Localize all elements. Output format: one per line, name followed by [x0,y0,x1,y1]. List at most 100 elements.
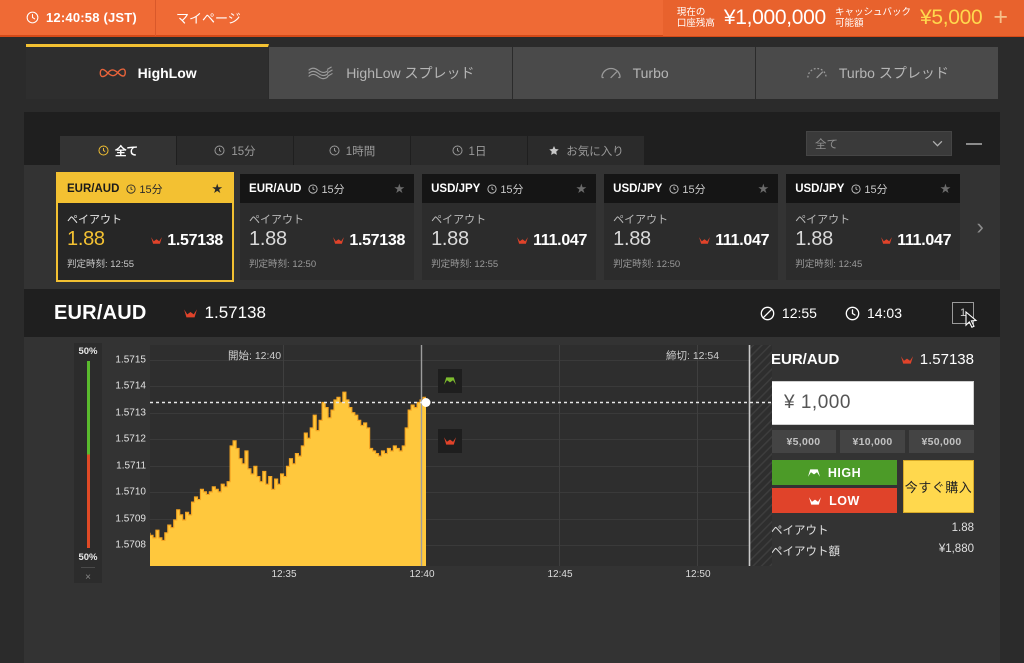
turbo-spread-icon [805,63,829,83]
asset-pair: USD/JPY [431,182,481,195]
highlow-spread-icon [306,63,336,83]
tab-highlow-spread[interactable]: HighLow スプレッド [269,47,513,99]
collapse-button[interactable] [966,142,982,145]
clock-icon [98,145,109,156]
tab-highlow[interactable]: HighLow [26,44,270,99]
y-tick: 1.5715 [115,354,146,366]
mouse-cursor-icon [965,310,978,332]
payout-row: 1.88 111.047 [613,228,769,251]
tab-turbo-spread[interactable]: Turbo スプレッド [755,47,998,99]
balance-value: ¥1,000,000 [723,5,826,29]
no-entry-icon [760,306,775,320]
filter-segment-1d[interactable]: 1日 [411,136,528,165]
y-tick: 1.5712 [115,433,146,445]
cards-next-button[interactable]: › [968,174,992,280]
filter-right-controls: 全て [806,131,988,165]
low-button[interactable]: LOW [771,488,897,513]
judge-time: 判定時刻: 12:50 [249,259,317,270]
down-arrow-icon [809,496,822,505]
turbo-icon [599,63,623,83]
asset-card[interactable]: USD/JPY 15分 ★ ペイアウト 1.88 111.047 判定時刻: 1… [786,174,961,280]
tab-turbo[interactable]: Turbo [512,47,756,99]
filter-segment-15m[interactable]: 15分 [177,136,294,165]
buy-now-button[interactable]: 今すぐ購入 [903,460,974,513]
judge-time: 判定時刻: 12:45 [795,259,863,270]
filter-label: 15分 [231,145,256,158]
rate-value: 111.047 [897,231,952,249]
payout-row: 1.88 111.047 [431,228,587,251]
asset-card-body: ペイアウト 1.88 1.57138 判定時刻: 12:55 [58,203,233,280]
asset-select-value: 全て [815,138,838,151]
asset-card[interactable]: EUR/AUD 15分 ★ ペイアウト 1.88 1.57138 判定時刻: 1… [240,174,415,280]
filter-segment-all[interactable]: 全て [60,136,177,165]
rate-box: 1.57138 [332,232,405,250]
deadline-timer: 12:55 [760,305,817,321]
quick-amount-5000[interactable]: ¥5,000 [771,430,836,453]
filter-segment-1h[interactable]: 1時間 [294,136,411,165]
price-chart[interactable]: 開始: 12:40 締切: 12:54 [150,345,772,566]
trade-rate: 1.57138 [900,351,974,368]
chart-deadline-annotation: 締切: 12:54 [666,350,720,362]
asset-pair: EUR/AUD [67,182,120,195]
chart-container: 50% 50% × 1.5715 1.5714 1.5713 1.5712 1.… [24,337,772,663]
asset-card-list: EUR/AUD 15分 ★ ペイアウト 1.88 1.57138 判定時刻: 1… [24,165,1000,289]
filter-label: 1時間 [345,145,376,158]
asset-pair: USD/JPY [613,182,663,195]
tab-label: HighLow スプレッド [346,65,475,81]
quick-amount-10000[interactable]: ¥10,000 [840,430,905,453]
down-arrow-icon [900,355,913,364]
favorite-star-icon[interactable]: ★ [211,182,223,195]
payout-ratio-value: 1.88 [951,522,974,534]
tab-label: HighLow [137,65,197,81]
payout-label: ペイアウト [249,214,305,226]
asset-card-body: ペイアウト 1.88 111.047 判定時刻: 12:45 [786,203,961,280]
cashback-label: キャッシュバック 可能額 [834,6,911,29]
payout-row: 1.88 111.047 [795,228,951,251]
amount-input[interactable]: ¥ 1,000 [771,381,974,425]
rate-value: 111.047 [715,231,770,249]
payout-value: 1.88 [613,228,651,250]
y-tick: 1.5713 [115,407,146,419]
trade-pair: EUR/AUD [771,351,840,368]
trade-panel: EUR/AUD 1.57138 ¥ 1,000 ¥5,000 ¥10,000 ¥… [761,337,1000,663]
asset-card[interactable]: EUR/AUD 15分 ★ ペイアウト 1.88 1.57138 判定時刻: 1… [55,172,235,282]
close-icon[interactable]: × [85,572,91,583]
timers: 12:55 14:03 1 [760,302,978,329]
instrument-title-bar: EUR/AUD 1.57138 12:55 14:03 1 [24,289,1000,337]
payout-label: ペイアウト [431,214,487,226]
rate-value: 111.047 [533,231,588,249]
asset-select[interactable]: 全て [806,131,952,156]
clock-icon [214,145,225,156]
asset-card[interactable]: USD/JPY 15分 ★ ペイアウト 1.88 111.047 判定時刻: 1… [604,174,779,280]
favorite-star-icon[interactable]: ★ [758,182,770,195]
quick-amount-50000[interactable]: ¥50,000 [909,430,974,453]
star-icon [548,145,560,157]
favorite-star-icon[interactable]: ★ [575,182,587,195]
chevron-down-icon [932,138,943,150]
y-tick: 1.5709 [115,513,146,525]
rate-value: 1.57138 [349,231,406,249]
down-arrow-icon [183,308,197,317]
filter-segment-favorites[interactable]: お気に入り [528,136,645,165]
asset-pair: EUR/AUD [249,182,302,195]
payout-amount-label: ペイアウト額 [771,546,840,558]
payout-value: 1.88 [67,228,105,250]
sentiment-gauge: 50% 50% × [74,343,102,583]
favorite-star-icon[interactable]: ★ [393,182,405,195]
payout-label: ペイアウト [67,214,122,226]
payout-ratio-label: ペイアウト [771,525,829,537]
x-tick: 12:50 [685,569,711,580]
asset-card[interactable]: USD/JPY 15分 ★ ペイアウト 1.88 111.047 判定時刻: 1… [422,174,597,280]
asset-card-header: USD/JPY 15分 ★ [604,174,779,203]
high-button[interactable]: HIGH [771,460,897,485]
asset-pair: USD/JPY [795,182,845,195]
mypage-link[interactable]: マイページ [156,8,261,27]
down-arrow-icon [881,237,893,244]
asset-duration: 15分 [487,181,524,197]
server-time: 12:40:58 (JST) [0,0,156,36]
add-funds-button[interactable]: + [991,5,1008,30]
app-root: 12:40:58 (JST) マイページ 現在の 口座残高 ¥1,000,000… [0,0,1024,663]
chart-count-button[interactable]: 1 [952,302,978,329]
asset-card-body: ペイアウト 1.88 1.57138 判定時刻: 12:50 [240,203,415,280]
favorite-star-icon[interactable]: ★ [940,182,952,195]
